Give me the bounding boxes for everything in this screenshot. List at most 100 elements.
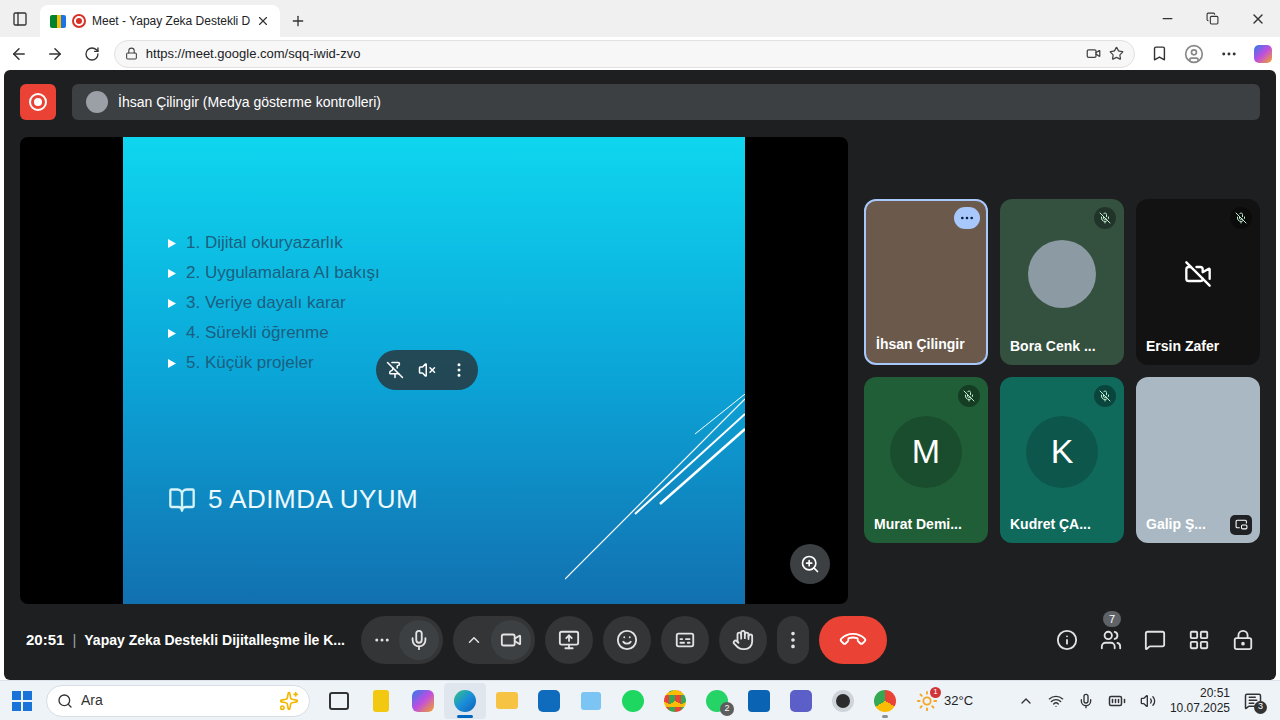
- taskbar-app[interactable]: [780, 683, 822, 719]
- control-bar: 20:51|Yapay Zeka Destekli Dijitalleşme İ…: [20, 612, 1260, 668]
- favorite-icon[interactable]: [1109, 46, 1124, 61]
- mic-off-icon: [1099, 212, 1111, 224]
- people-count: 7: [1103, 611, 1121, 627]
- avatar: K: [1026, 416, 1098, 488]
- host-controls-icon[interactable]: [1232, 629, 1254, 651]
- taskbar-app[interactable]: [612, 683, 654, 719]
- meet-logo-icon: [50, 15, 66, 28]
- slide-item: 3. Veriye dayalı karar: [168, 288, 745, 318]
- participant-tile[interactable]: Bora Cenk ...: [1000, 199, 1124, 365]
- taskbar-app[interactable]: [528, 683, 570, 719]
- mute-icon[interactable]: [418, 361, 436, 379]
- taskbar-app[interactable]: [444, 683, 486, 719]
- restore-icon[interactable]: [1206, 12, 1219, 25]
- slide-item: 4. Sürekli öğrenme: [168, 318, 745, 348]
- slide-title: 5 ADIMDA UYUM: [208, 480, 418, 519]
- camera-icon[interactable]: [500, 629, 522, 651]
- leave-call-button[interactable]: [819, 616, 887, 664]
- emoji-icon: [616, 629, 638, 651]
- taskbar-app[interactable]: [318, 683, 360, 719]
- banner-text: İhsan Çilingir (Medya gösterme kontrolle…: [118, 92, 381, 113]
- unpin-icon[interactable]: [386, 361, 404, 379]
- profile-icon[interactable]: [1184, 44, 1204, 64]
- weather-badge: 1: [930, 687, 941, 698]
- video-options-icon[interactable]: [465, 631, 483, 649]
- camera-in-use-icon[interactable]: [1086, 46, 1101, 61]
- bullet-icon: [168, 269, 176, 278]
- participant-tile[interactable]: Ersin Zafer: [1136, 199, 1260, 365]
- taskbar-app[interactable]: [360, 683, 402, 719]
- taskbar-app[interactable]: [402, 683, 444, 719]
- participant-tile[interactable]: İhsan Çilingir: [864, 199, 988, 365]
- participant-tile[interactable]: MMurat Demi...: [864, 377, 988, 543]
- close-window-icon[interactable]: [1250, 11, 1266, 27]
- chat-icon[interactable]: [1144, 629, 1166, 651]
- search-icon: [57, 693, 73, 709]
- recording-button[interactable]: [20, 84, 56, 120]
- taskbar-app[interactable]: [570, 683, 612, 719]
- new-tab-icon[interactable]: [290, 13, 306, 29]
- menu-icon[interactable]: [1220, 45, 1238, 63]
- address-bar[interactable]: https://meet.google.com/sqq-iwid-zvo: [114, 40, 1135, 68]
- browser-tab[interactable]: Meet - Yapay Zeka Destekli D: [40, 5, 280, 37]
- taskbar-app[interactable]: [486, 683, 528, 719]
- mic-tray-icon[interactable]: [1078, 693, 1094, 709]
- tab-strip: Meet - Yapay Zeka Destekli D: [0, 0, 1280, 37]
- mic-group[interactable]: [361, 616, 443, 664]
- taskbar-app[interactable]: [864, 683, 906, 719]
- taskbar-app[interactable]: 2: [696, 683, 738, 719]
- captions-button[interactable]: [661, 616, 709, 664]
- present-button[interactable]: [545, 616, 593, 664]
- bullet-icon: [168, 329, 176, 338]
- info-icon[interactable]: [1056, 629, 1078, 651]
- mic-icon[interactable]: [408, 629, 430, 651]
- zoom-button[interactable]: [790, 544, 830, 584]
- spotify-icon: [622, 690, 644, 712]
- forward-icon[interactable]: [46, 45, 64, 63]
- battery-icon[interactable]: [1108, 692, 1126, 710]
- clock: 20:51: [26, 629, 64, 652]
- chrome-icon: [664, 690, 686, 712]
- more-icon[interactable]: [450, 361, 468, 379]
- raise-hand-button[interactable]: [719, 616, 767, 664]
- audio-options-icon[interactable]: [373, 631, 391, 649]
- notification-count: 3: [1254, 701, 1267, 714]
- close-tab-icon[interactable]: [256, 14, 270, 28]
- network-icon[interactable]: [1048, 693, 1064, 709]
- back-icon[interactable]: [10, 45, 28, 63]
- files-icon: [581, 692, 601, 710]
- participant-tile[interactable]: Galip Ş...: [1136, 377, 1260, 543]
- more-options-button[interactable]: [777, 616, 809, 664]
- tray-overflow-icon[interactable]: [1018, 693, 1034, 709]
- reload-icon[interactable]: [84, 46, 100, 62]
- presenter-banner[interactable]: İhsan Çilingir (Medya gösterme kontrolle…: [72, 84, 1260, 120]
- search-placeholder: Ara: [81, 690, 271, 711]
- activities-icon[interactable]: [1188, 629, 1210, 651]
- app-badge: 2: [720, 702, 734, 716]
- recording-icon: [72, 14, 86, 28]
- search-highlight-icon: [279, 691, 299, 711]
- bullet-icon: [168, 359, 176, 368]
- taskbar-app[interactable]: [738, 683, 780, 719]
- participant-tile[interactable]: KKudret ÇA...: [1000, 377, 1124, 543]
- minimize-icon[interactable]: [1160, 11, 1175, 26]
- volume-icon[interactable]: [1140, 693, 1156, 709]
- people-icon[interactable]: [1100, 629, 1122, 651]
- clock[interactable]: 20:5110.07.2025: [1170, 686, 1230, 716]
- speaking-badge[interactable]: [954, 207, 980, 229]
- reaction-button[interactable]: [603, 616, 651, 664]
- hand-icon: [732, 629, 754, 651]
- participant-name: Ersin Zafer: [1146, 337, 1219, 355]
- tab-actions-icon[interactable]: [12, 11, 28, 27]
- start-button[interactable]: [12, 691, 32, 711]
- taskbar-app[interactable]: [822, 683, 864, 719]
- address-row: https://meet.google.com/sqq-iwid-zvo: [0, 37, 1280, 70]
- pip-badge[interactable]: [1230, 515, 1252, 535]
- taskbar-app[interactable]: [654, 683, 696, 719]
- camera-group[interactable]: [453, 616, 535, 664]
- favorites-icon[interactable]: [1151, 45, 1168, 62]
- copilot-icon[interactable]: [1254, 45, 1272, 63]
- muted-badge: [958, 385, 980, 407]
- weather[interactable]: 132°C: [916, 690, 973, 712]
- search-box[interactable]: Ara: [46, 685, 310, 717]
